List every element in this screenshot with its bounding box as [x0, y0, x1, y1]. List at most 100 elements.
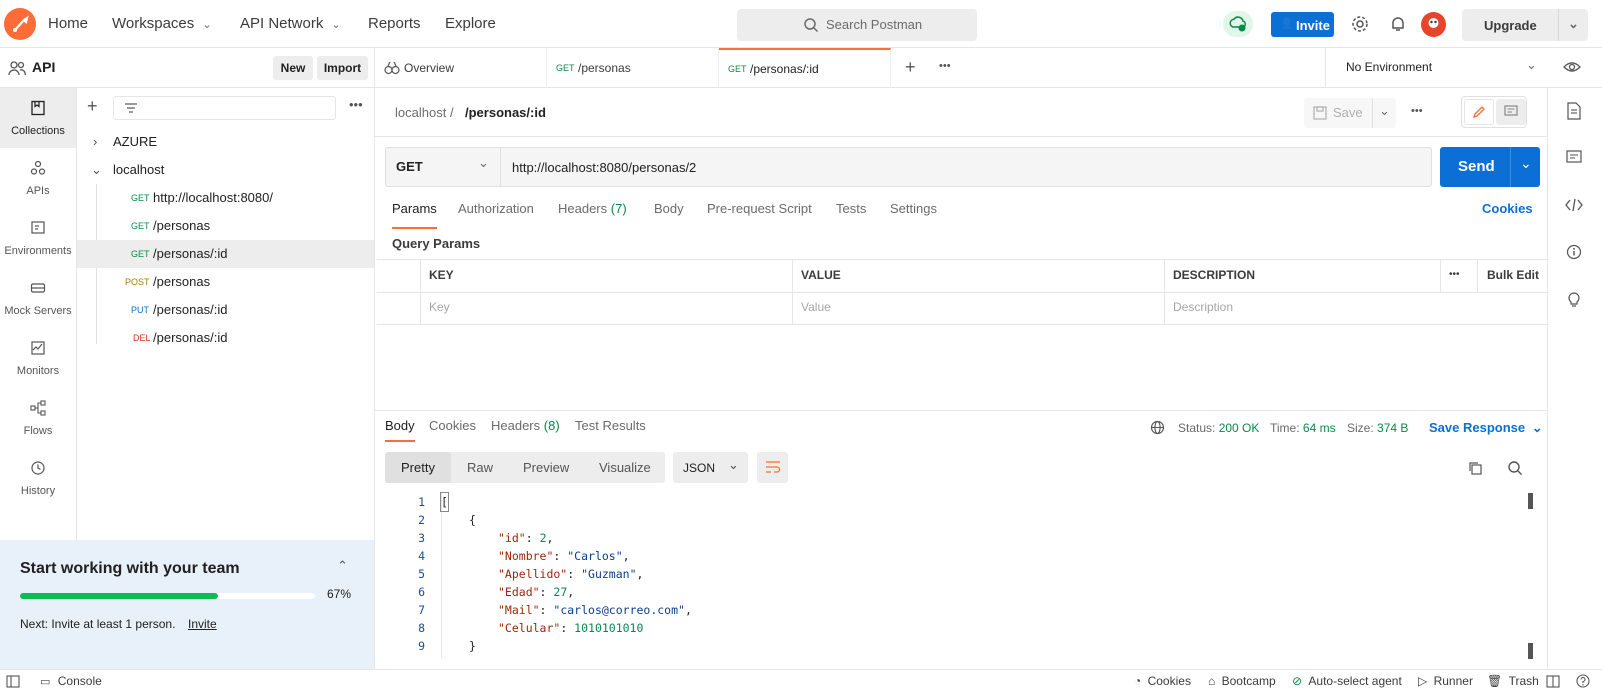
- more-options-icon[interactable]: •••: [349, 97, 363, 112]
- breadcrumb-collection[interactable]: localhost: [395, 105, 446, 120]
- copy-icon[interactable]: [1467, 460, 1483, 476]
- auto-select-agent-button[interactable]: ⊘ Auto-select agent: [1292, 674, 1402, 688]
- nav-reports[interactable]: Reports: [368, 0, 421, 48]
- view-visualize[interactable]: Visualize: [599, 452, 651, 483]
- code-icon[interactable]: [1565, 198, 1583, 212]
- tab-pre-request-script[interactable]: Pre-request Script: [707, 201, 812, 229]
- request-item[interactable]: DEL /personas/:id: [77, 324, 374, 352]
- nav-api-network-label: API Network: [240, 15, 324, 32]
- response-tab-body[interactable]: Body: [385, 418, 415, 442]
- upgrade-button[interactable]: Upgrade ⌄: [1462, 9, 1588, 41]
- request-item[interactable]: GET /personas: [77, 212, 374, 240]
- save-button[interactable]: Save ⌄: [1304, 98, 1396, 128]
- avatar[interactable]: [1421, 12, 1446, 37]
- more-options-icon[interactable]: •••: [1449, 259, 1460, 291]
- tab-params[interactable]: Params: [392, 201, 437, 229]
- new-button[interactable]: New: [273, 56, 313, 80]
- description-input[interactable]: Description: [1173, 291, 1233, 323]
- view-pretty[interactable]: Pretty: [385, 452, 451, 483]
- tab-personas-id[interactable]: GET /personas/:id: [719, 48, 891, 88]
- search-icon[interactable]: [1507, 460, 1523, 476]
- more-options-icon[interactable]: •••: [1411, 105, 1423, 117]
- request-item[interactable]: GET http://localhost:8080/: [77, 184, 374, 212]
- lightbulb-icon[interactable]: [1566, 290, 1582, 308]
- tab-tests[interactable]: Tests: [836, 201, 866, 229]
- chevron-down-icon[interactable]: ⌄: [1568, 16, 1579, 32]
- key-input[interactable]: Key: [429, 291, 450, 323]
- collection-azure[interactable]: › AZURE: [77, 128, 374, 156]
- tab-personas[interactable]: GET /personas: [547, 48, 719, 88]
- more-tabs-icon[interactable]: •••: [939, 60, 951, 72]
- view-preview[interactable]: Preview: [523, 452, 569, 483]
- runner-button[interactable]: ▷ Runner: [1418, 674, 1473, 688]
- trash-button[interactable]: 🗑 Trash: [1487, 674, 1539, 688]
- cookies-button[interactable]: ◔ Cookies: [1134, 674, 1191, 688]
- view-raw[interactable]: Raw: [467, 452, 493, 483]
- request-item[interactable]: POST /personas: [77, 268, 374, 296]
- send-button[interactable]: Send ⌄: [1440, 147, 1540, 187]
- postman-logo-icon[interactable]: [4, 8, 36, 40]
- filter-input[interactable]: [113, 96, 336, 120]
- import-button[interactable]: Import: [317, 56, 368, 80]
- bell-icon[interactable]: [1389, 15, 1407, 33]
- comments-mode-button[interactable]: [1496, 99, 1526, 125]
- response-tab-headers[interactable]: Headers (8): [491, 418, 560, 442]
- sync-status-icon[interactable]: [1223, 11, 1253, 37]
- rail-environments[interactable]: Environments: [0, 208, 76, 268]
- rail-monitors[interactable]: Monitors: [0, 328, 76, 388]
- rail-history[interactable]: History: [0, 448, 76, 508]
- response-tab-cookies[interactable]: Cookies: [429, 418, 476, 442]
- rail-apis[interactable]: APIs: [0, 148, 76, 208]
- eye-icon[interactable]: [1563, 60, 1581, 74]
- wrap-lines-button[interactable]: [757, 452, 788, 483]
- two-pane-icon[interactable]: [1546, 675, 1560, 688]
- response-body-editor[interactable]: 1 2 3 4 5 6 7 8 9 [ { "id": 2, "Nombre":…: [385, 492, 1535, 663]
- tab-authorization[interactable]: Authorization: [458, 201, 534, 229]
- bulk-edit-button[interactable]: Bulk Edit: [1487, 259, 1539, 291]
- add-icon[interactable]: +: [87, 96, 98, 117]
- environment-selector[interactable]: No Environment ⌄: [1326, 48, 1546, 88]
- add-tab-icon[interactable]: +: [905, 57, 916, 78]
- comment-icon[interactable]: [1566, 150, 1582, 166]
- chevron-down-icon[interactable]: ⌄: [1379, 103, 1390, 119]
- collection-localhost[interactable]: ⌄ localhost: [77, 156, 374, 184]
- request-item-selected[interactable]: GET /personas/:id: [77, 240, 374, 268]
- help-icon[interactable]: [1576, 674, 1590, 688]
- search-input[interactable]: Search Postman: [737, 9, 977, 41]
- collapse-icon[interactable]: ⌃: [337, 558, 348, 574]
- save-response-button[interactable]: Save Response ⌄: [1429, 420, 1543, 436]
- response-tab-test-results[interactable]: Test Results: [575, 418, 646, 442]
- format-select[interactable]: JSON ⌄: [673, 452, 748, 483]
- invite-link[interactable]: Invite: [188, 617, 217, 631]
- console-button[interactable]: ▭ Console: [40, 674, 102, 688]
- documentation-icon[interactable]: [1566, 102, 1582, 120]
- toggle-sidebar-icon[interactable]: [6, 675, 20, 688]
- rail-collections[interactable]: Collections: [0, 88, 76, 148]
- rail-flows[interactable]: Flows: [0, 388, 76, 448]
- nav-workspaces[interactable]: Workspaces ⌄: [112, 0, 212, 48]
- nav-explore[interactable]: Explore: [445, 0, 496, 48]
- nav-home[interactable]: Home: [48, 0, 88, 48]
- invite-button[interactable]: 👤 Invite: [1271, 12, 1334, 37]
- tab-headers[interactable]: Headers (7): [558, 201, 627, 229]
- rail-mock-servers[interactable]: Mock Servers: [0, 268, 76, 328]
- tab-body[interactable]: Body: [654, 201, 684, 229]
- tab-settings[interactable]: Settings: [890, 201, 937, 229]
- cookies-link[interactable]: Cookies: [1482, 201, 1533, 229]
- edit-mode-button[interactable]: [1464, 99, 1494, 125]
- tab-overview[interactable]: Overview: [375, 48, 547, 88]
- nav-api-network[interactable]: API Network ⌄: [240, 0, 341, 48]
- chevron-down-icon[interactable]: ⌄: [1520, 155, 1532, 172]
- globe-icon[interactable]: [1150, 420, 1165, 435]
- url-input[interactable]: [502, 148, 1431, 186]
- bootcamp-button[interactable]: ⌂ Bootcamp: [1208, 674, 1276, 688]
- request-item[interactable]: PUT /personas/:id: [77, 296, 374, 324]
- value-input[interactable]: Value: [801, 291, 831, 323]
- scrollbar-thumb[interactable]: [1528, 643, 1533, 659]
- method-select[interactable]: GET ⌄: [386, 148, 501, 186]
- breadcrumb-request[interactable]: /personas/:id: [465, 105, 546, 120]
- gear-icon[interactable]: [1351, 15, 1369, 33]
- scrollbar-thumb[interactable]: [1528, 493, 1533, 509]
- request-name: /personas/:id: [153, 330, 228, 345]
- info-icon[interactable]: [1566, 244, 1582, 260]
